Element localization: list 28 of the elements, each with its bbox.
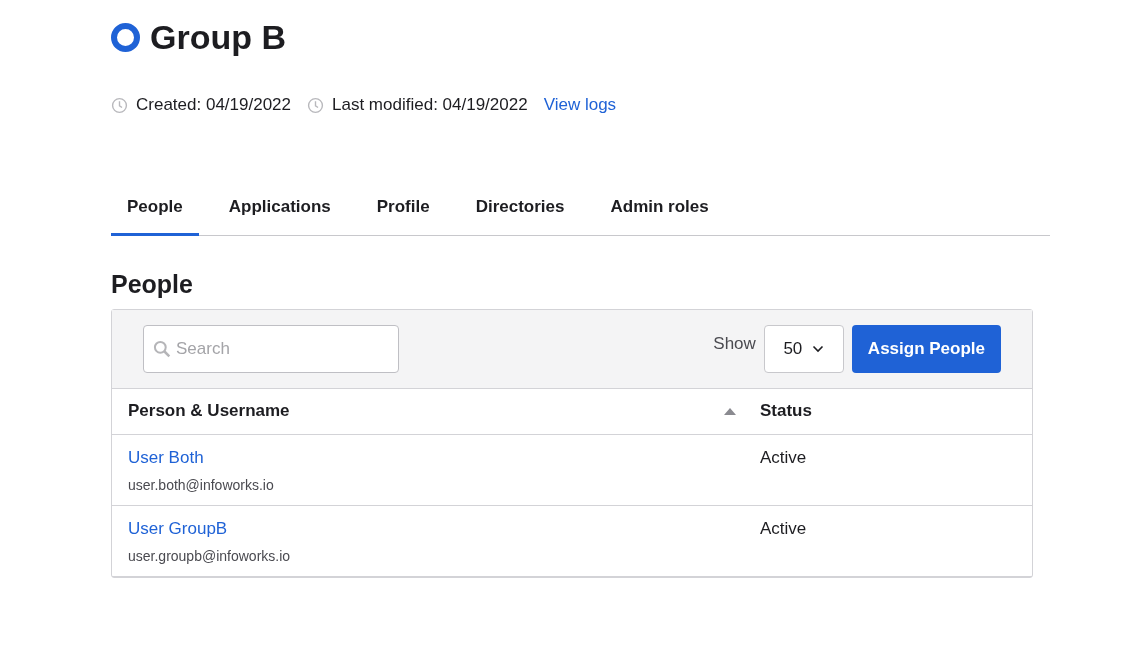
group-icon (111, 23, 140, 52)
show-label: Show (713, 334, 756, 354)
tab[interactable]: Admin roles (594, 193, 725, 236)
tab[interactable]: Directories (459, 193, 581, 236)
username: user.groupb@infoworks.io (128, 548, 291, 564)
status-text: Active (760, 519, 807, 538)
person-name-link[interactable]: User GroupB (128, 519, 228, 539)
tab[interactable]: People (111, 193, 199, 236)
created-date: Created: 04/19/2022 (136, 95, 291, 115)
chevron-down-icon (812, 345, 825, 353)
clock-icon (111, 96, 128, 114)
search-field[interactable]: Search (143, 325, 399, 373)
column-header[interactable]: Person & Username (128, 401, 290, 421)
clock-icon (307, 96, 324, 114)
status-text: Active (760, 448, 807, 467)
view-logs-link[interactable]: View logs (543, 95, 617, 115)
assign-people-button[interactable]: Assign People (851, 325, 1001, 373)
person-name-link[interactable]: User Both (128, 448, 204, 468)
column-header[interactable]: Status (760, 401, 812, 421)
tab[interactable]: Applications (212, 193, 347, 236)
section-title: People (111, 270, 194, 299)
group-title: Group B (150, 18, 286, 57)
username: user.both@infoworks.io (128, 477, 274, 493)
modified-date: Last modified: 04/19/2022 (332, 95, 528, 115)
sort-icon[interactable] (724, 407, 736, 415)
page-size-dropdown[interactable]: 50 (763, 325, 844, 373)
search-icon (153, 340, 171, 358)
tab[interactable]: Profile (360, 193, 446, 236)
